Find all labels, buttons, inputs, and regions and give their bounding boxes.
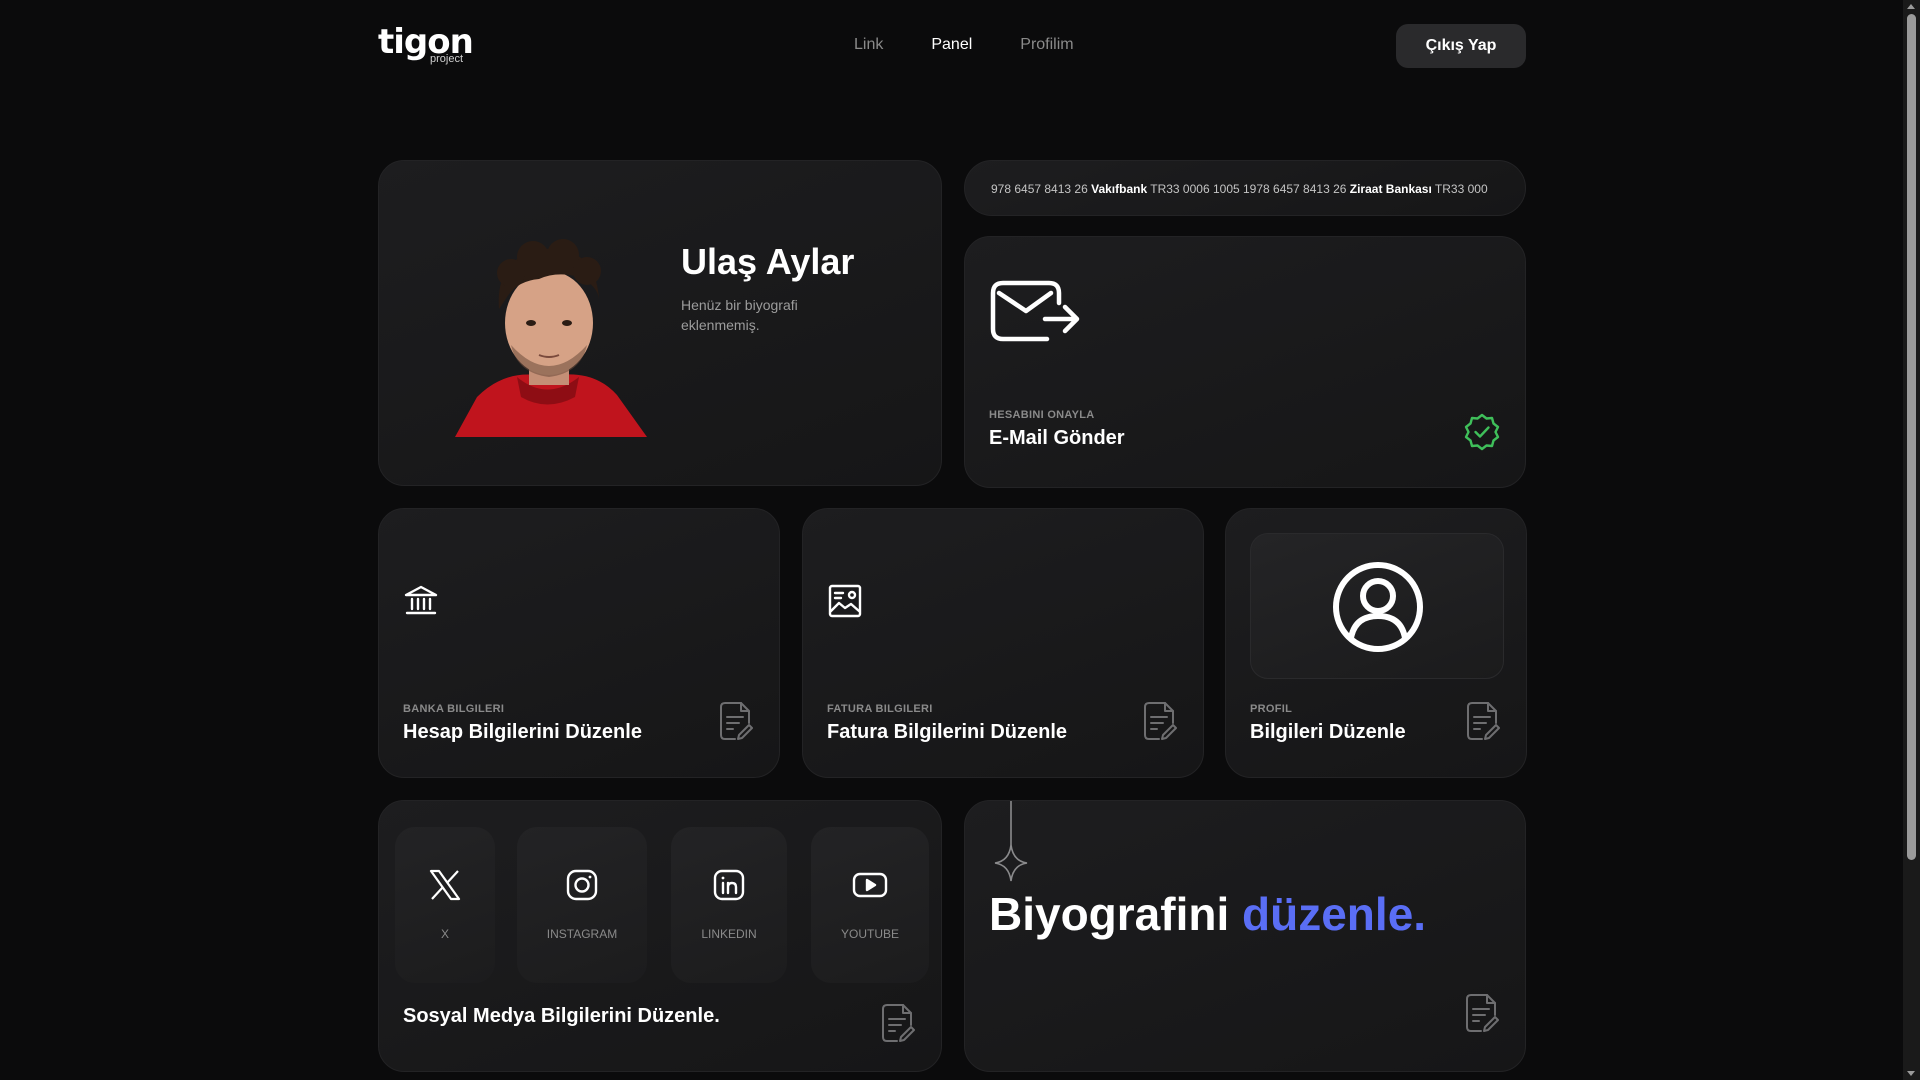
- iban-ticker: 978 6457 8413 26 Vakıfbank TR33 0006 100…: [964, 160, 1526, 216]
- profile-icon-box: [1250, 533, 1504, 679]
- avatar: [455, 239, 647, 437]
- social-tile-instagram[interactable]: INSTAGRAM: [517, 827, 647, 983]
- bank-small-label: BANKA BILGILERI: [403, 703, 505, 715]
- email-verify-card[interactable]: HESABINI ONAYLA E-Mail Gönder: [964, 236, 1526, 488]
- x-icon: [429, 869, 461, 901]
- social-tile-linkedin[interactable]: LINKEDIN: [671, 827, 787, 983]
- ticker-text: 978 6457 8413 26 Vakıfbank TR33 0006 100…: [991, 161, 1499, 215]
- instagram-icon: [566, 869, 598, 901]
- bio-heading-accent: düzenle.: [1242, 888, 1427, 940]
- biography-card[interactable]: Biyografini düzenle.: [964, 800, 1526, 1072]
- linkedin-icon: [713, 869, 745, 901]
- brand-logo[interactable]: tigon project: [378, 22, 478, 68]
- invoice-title: Fatura Bilgilerini Düzenle: [827, 721, 1068, 743]
- bio-heading-main: Biyografini: [989, 888, 1230, 940]
- profile-card: Ulaş Aylar Henüz bir biyografi eklenmemi…: [378, 160, 942, 486]
- social-label: LINKEDIN: [701, 927, 757, 941]
- vertical-scrollbar[interactable]: [1903, 0, 1920, 1080]
- top-header: tigon project Link Panel Profilim Çıkış …: [378, 22, 1526, 68]
- scroll-up-arrow-icon[interactable]: [1907, 4, 1915, 9]
- bio-heading: Biyografini düzenle.: [989, 887, 1426, 941]
- profile-bio: Henüz bir biyografi eklenmemiş.: [681, 297, 798, 333]
- profile-small-label: PROFIL: [1250, 703, 1293, 715]
- invoice-info-card[interactable]: FATURA BILGILERI Fatura Bilgilerini Düze…: [802, 508, 1204, 778]
- social-media-card: X INSTAGRAM LINKEDIN YOUTUBE Sosyal Medy…: [378, 800, 942, 1072]
- scroll-down-arrow-icon[interactable]: [1907, 1071, 1915, 1076]
- nav-panel[interactable]: Panel: [931, 34, 972, 56]
- nav-profilim[interactable]: Profilim: [1020, 34, 1073, 56]
- social-label: INSTAGRAM: [546, 927, 618, 941]
- edit-document-icon[interactable]: [1466, 701, 1500, 741]
- invoice-image-icon: [828, 584, 862, 618]
- edit-document-icon[interactable]: [719, 701, 753, 741]
- edit-document-icon[interactable]: [1143, 701, 1177, 741]
- scroll-thumb[interactable]: [1907, 14, 1916, 860]
- main-nav: Link Panel Profilim: [854, 34, 1074, 56]
- sparkle-icon: [994, 801, 1028, 882]
- user-circle-icon: [1333, 562, 1423, 652]
- social-tile-youtube[interactable]: YOUTUBE: [811, 827, 929, 983]
- profile-edit-card[interactable]: PROFIL Bilgileri Düzenle: [1225, 508, 1527, 778]
- mail-send-icon: [990, 280, 1080, 342]
- email-title: E-Mail Gönder: [989, 427, 1125, 449]
- edit-document-icon[interactable]: [881, 1003, 915, 1043]
- profile-name: Ulaş Aylar: [681, 241, 855, 282]
- ticker-bank-name: Ziraat Bankası: [1349, 182, 1432, 196]
- youtube-icon: [852, 872, 888, 898]
- nav-link[interactable]: Link: [854, 34, 883, 56]
- edit-document-icon[interactable]: [1465, 993, 1499, 1033]
- verified-badge-icon: [1464, 413, 1500, 451]
- social-label: X: [440, 927, 449, 941]
- ticker-segment: TR33 0006 1005 1978 6457 8413 26: [1147, 182, 1350, 196]
- bank-icon: [404, 585, 438, 615]
- invoice-small-label: FATURA BILGILERI: [827, 703, 933, 715]
- logo-subtext: project: [430, 53, 464, 65]
- social-tile-x[interactable]: X: [395, 827, 495, 983]
- bank-info-card[interactable]: BANKA BILGILERI Hesap Bilgilerini Düzenl…: [378, 508, 780, 778]
- logout-button[interactable]: Çıkış Yap: [1396, 24, 1526, 68]
- profile-edit-title: Bilgileri Düzenle: [1250, 721, 1406, 743]
- bank-title: Hesap Bilgilerini Düzenle: [403, 721, 642, 743]
- social-title: Sosyal Medya Bilgilerini Düzenle.: [403, 1005, 720, 1027]
- email-small-label: HESABINI ONAYLA: [989, 409, 1095, 421]
- ticker-bank-name: Vakıfbank: [1091, 182, 1148, 196]
- social-label: YOUTUBE: [840, 927, 899, 941]
- ticker-segment: TR33 000: [1431, 182, 1488, 196]
- ticker-segment: 978 6457 8413 26: [991, 182, 1092, 196]
